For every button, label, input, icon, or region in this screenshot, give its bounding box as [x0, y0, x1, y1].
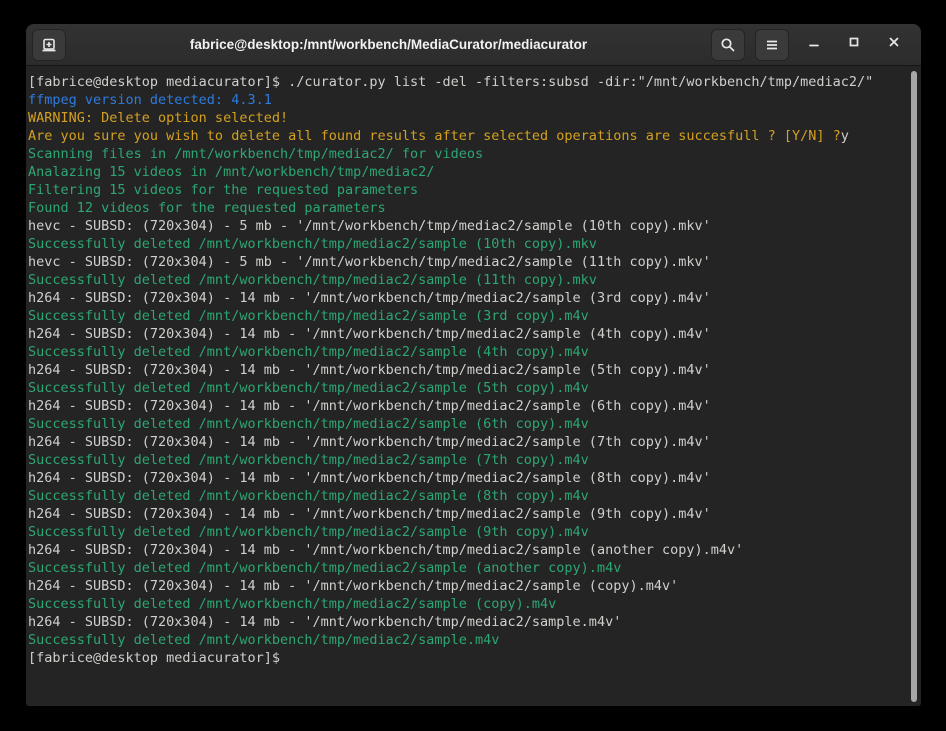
terminal-line: h264 - SUBSD: (720x304) - 14 mb - '/mnt/… [28, 613, 921, 631]
terminal-line: h264 - SUBSD: (720x304) - 14 mb - '/mnt/… [28, 433, 921, 451]
terminal-line: [fabrice@desktop mediacurator]$ [28, 649, 921, 667]
search-icon [720, 37, 736, 53]
terminal-line: h264 - SUBSD: (720x304) - 14 mb - '/mnt/… [28, 505, 921, 523]
window-title: fabrice@desktop:/mnt/workbench/MediaCura… [106, 37, 671, 52]
maximize-button[interactable] [839, 30, 869, 60]
hamburger-menu-icon [764, 37, 780, 53]
terminal-line: Successfully deleted /mnt/workbench/tmp/… [28, 487, 921, 505]
terminal-line: h264 - SUBSD: (720x304) - 14 mb - '/mnt/… [28, 289, 921, 307]
terminal-line: hevc - SUBSD: (720x304) - 5 mb - '/mnt/w… [28, 253, 921, 271]
terminal-line: h264 - SUBSD: (720x304) - 14 mb - '/mnt/… [28, 577, 921, 595]
terminal-line: Successfully deleted /mnt/workbench/tmp/… [28, 307, 921, 325]
minimize-icon [806, 34, 822, 55]
menu-button[interactable] [755, 29, 789, 61]
terminal-line: h264 - SUBSD: (720x304) - 14 mb - '/mnt/… [28, 361, 921, 379]
scrollbar-thumb[interactable] [911, 71, 917, 702]
terminal-line: Filtering 15 videos for the requested pa… [28, 181, 921, 199]
terminal-line: [fabrice@desktop mediacurator]$ ./curato… [28, 73, 921, 91]
terminal-line: Successfully deleted /mnt/workbench/tmp/… [28, 523, 921, 541]
terminal-line: Successfully deleted /mnt/workbench/tmp/… [28, 271, 921, 289]
terminal-line: h264 - SUBSD: (720x304) - 14 mb - '/mnt/… [28, 397, 921, 415]
terminal-line: Successfully deleted /mnt/workbench/tmp/… [28, 379, 921, 397]
terminal-line: h264 - SUBSD: (720x304) - 14 mb - '/mnt/… [28, 541, 921, 559]
terminal-line: Successfully deleted /mnt/workbench/tmp/… [28, 451, 921, 469]
terminal-window: fabrice@desktop:/mnt/workbench/MediaCura… [26, 24, 921, 706]
terminal-line: Analazing 15 videos in /mnt/workbench/tm… [28, 163, 921, 181]
terminal-line: hevc - SUBSD: (720x304) - 5 mb - '/mnt/w… [28, 217, 921, 235]
terminal-line: Successfully deleted /mnt/workbench/tmp/… [28, 595, 921, 613]
new-tab-button[interactable] [32, 29, 66, 61]
titlebar[interactable]: fabrice@desktop:/mnt/workbench/MediaCura… [26, 24, 921, 66]
terminal-line: Scanning files in /mnt/workbench/tmp/med… [28, 145, 921, 163]
terminal-line: Are you sure you wish to delete all foun… [28, 127, 921, 145]
search-button[interactable] [711, 29, 745, 61]
terminal-line: WARNING: Delete option selected! [28, 109, 921, 127]
terminal-line: h264 - SUBSD: (720x304) - 14 mb - '/mnt/… [28, 325, 921, 343]
close-icon [886, 34, 902, 55]
terminal-line: ffmpeg version detected: 4.3.1 [28, 91, 921, 109]
terminal-line: Successfully deleted /mnt/workbench/tmp/… [28, 559, 921, 577]
terminal-line: h264 - SUBSD: (720x304) - 14 mb - '/mnt/… [28, 469, 921, 487]
terminal-line: Successfully deleted /mnt/workbench/tmp/… [28, 415, 921, 433]
terminal-line: Successfully deleted /mnt/workbench/tmp/… [28, 631, 921, 649]
minimize-button[interactable] [799, 30, 829, 60]
terminal-line: Successfully deleted /mnt/workbench/tmp/… [28, 343, 921, 361]
terminal-line: Successfully deleted /mnt/workbench/tmp/… [28, 235, 921, 253]
terminal-output[interactable]: [fabrice@desktop mediacurator]$ ./curato… [26, 67, 921, 706]
maximize-icon [846, 34, 862, 55]
close-button[interactable] [879, 30, 909, 60]
new-tab-icon [41, 37, 57, 53]
terminal-line: Found 12 videos for the requested parame… [28, 199, 921, 217]
